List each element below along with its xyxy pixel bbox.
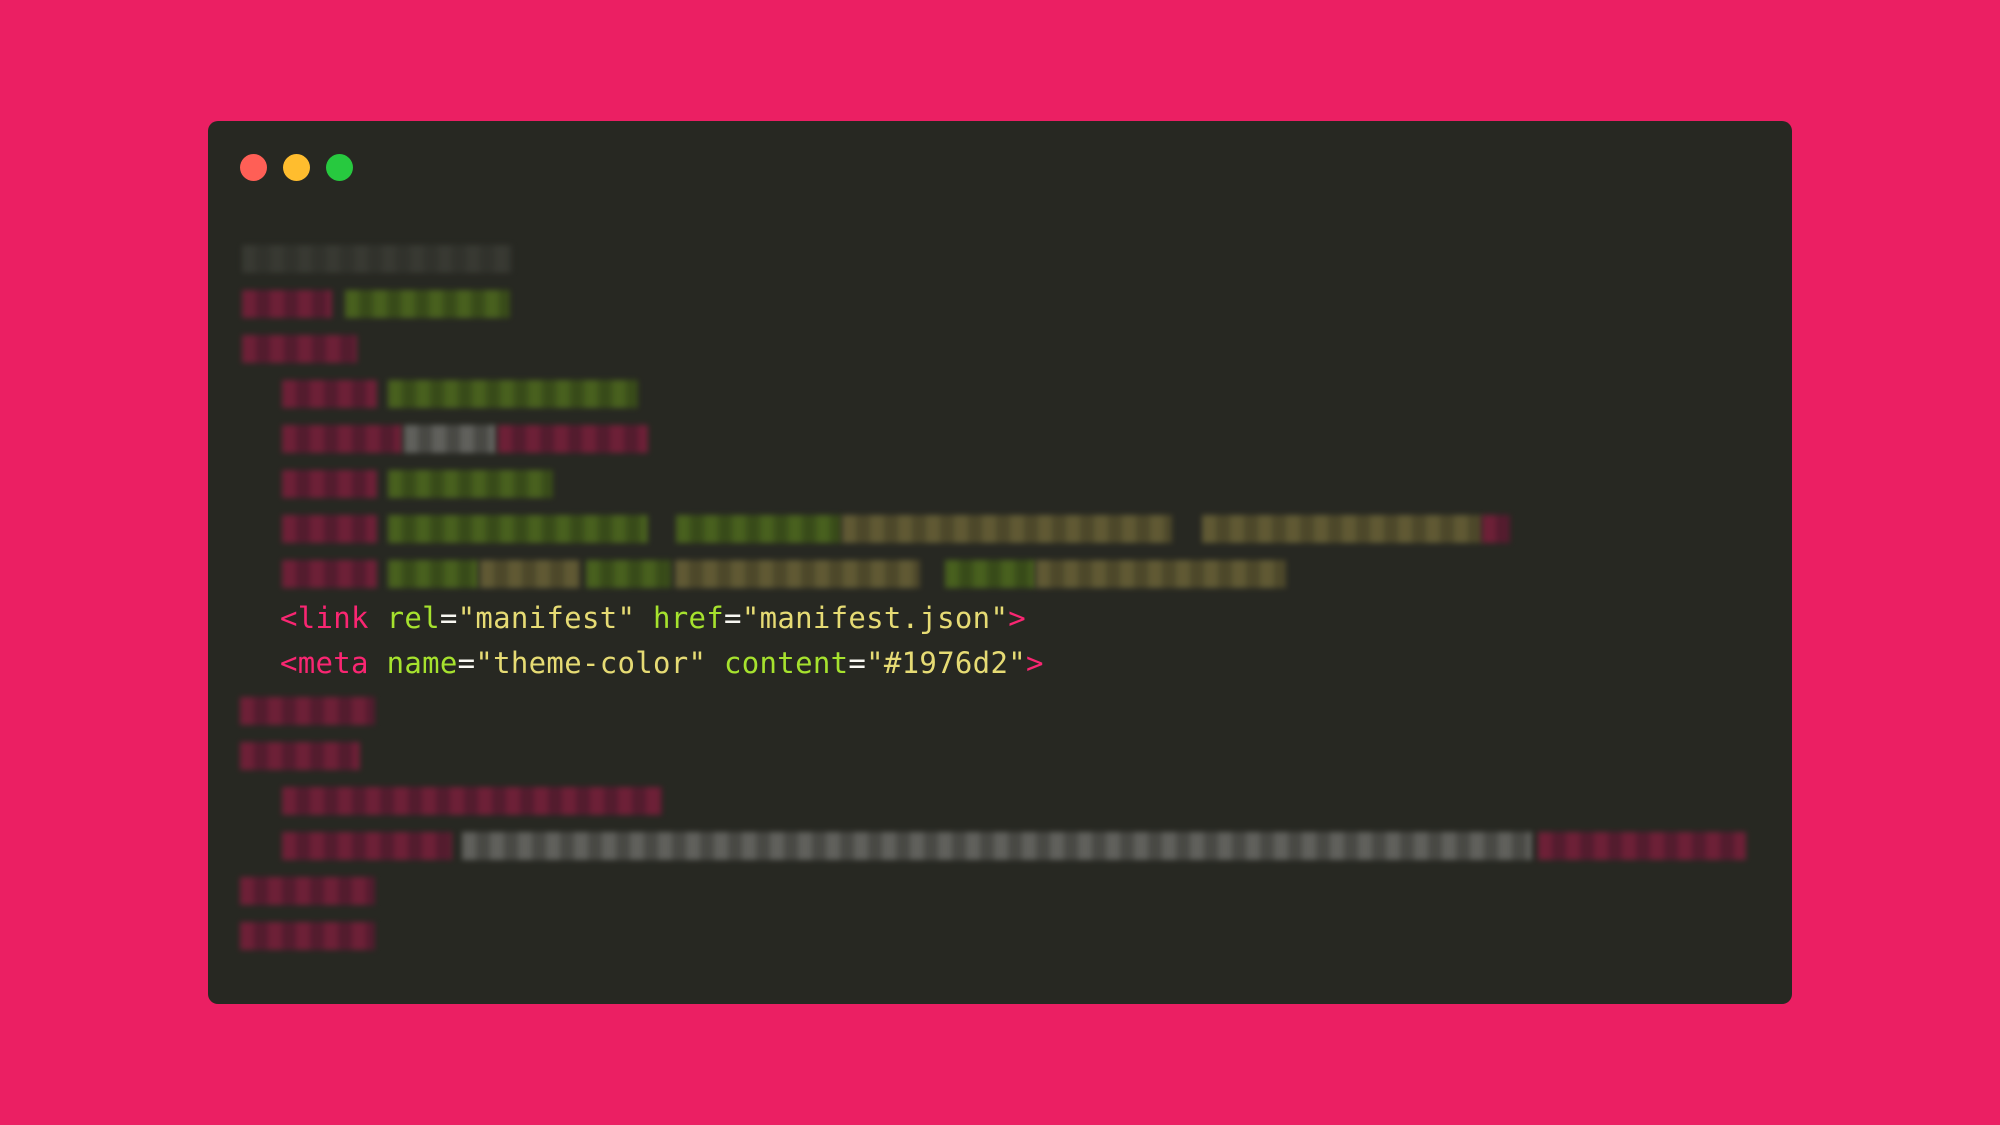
blurred-code-line: [388, 380, 638, 408]
blurred-code-line: [282, 832, 452, 860]
blurred-code-line: [945, 560, 1035, 588]
attribute-name: name: [386, 646, 458, 680]
attribute-name: href: [653, 601, 725, 635]
attribute-value: "#1976d2": [866, 646, 1026, 680]
blurred-code-line: [404, 425, 496, 453]
blurred-code-line: [282, 515, 377, 543]
minimize-window-button[interactable]: [283, 154, 310, 181]
close-window-button[interactable]: [240, 154, 267, 181]
blurred-code-line: [842, 515, 1172, 543]
attribute-value: "manifest.json": [741, 601, 1009, 635]
attribute-name: rel: [386, 601, 440, 635]
blurred-code-line: [586, 560, 671, 588]
blurred-code-line: [242, 290, 332, 318]
attribute-name: content: [724, 646, 849, 680]
blurred-code-line: [282, 470, 377, 498]
equals-sign: =: [848, 646, 867, 680]
blurred-code-line: [388, 560, 478, 588]
equals-sign: =: [439, 601, 458, 635]
blurred-code-line: [676, 515, 841, 543]
blurred-code-line: [282, 380, 377, 408]
maximize-window-button[interactable]: [326, 154, 353, 181]
blurred-code-line: [1482, 515, 1510, 543]
equals-sign: =: [724, 601, 742, 635]
code-line-meta-theme-color: <meta name="theme-color" content="#1976d…: [280, 643, 1044, 683]
blurred-code-line: [1538, 832, 1746, 860]
blurred-code-line: [675, 560, 920, 588]
blurred-code-line: [240, 697, 375, 725]
blurred-code-line: [282, 787, 662, 815]
blurred-code-line: [242, 245, 512, 273]
blurred-code-line: [345, 290, 510, 318]
blurred-code-line: [282, 560, 377, 588]
blurred-code-line: [240, 742, 360, 770]
blurred-code-line: [388, 515, 648, 543]
html-tag-close: >: [1025, 646, 1044, 680]
attribute-value: "manifest": [457, 601, 636, 635]
equals-sign: =: [457, 646, 476, 680]
html-tag-open: <link: [280, 601, 369, 635]
blurred-code-line: [242, 335, 357, 363]
attribute-value: "theme-color": [475, 646, 707, 680]
code-line-link-manifest: <link rel="manifest" href="manifest.json…: [280, 598, 1026, 638]
blurred-code-line: [240, 877, 375, 905]
html-tag-close: >: [1008, 601, 1026, 635]
blurred-code-line: [480, 560, 580, 588]
blurred-code-line: [282, 425, 402, 453]
blurred-code-line: [388, 470, 553, 498]
blurred-code-line: [1036, 560, 1286, 588]
blurred-code-line: [240, 922, 375, 950]
blurred-code-line: [462, 832, 1532, 860]
html-tag-open: <meta: [280, 646, 369, 680]
blurred-code-line: [1202, 515, 1482, 543]
blurred-code-line: [498, 425, 648, 453]
